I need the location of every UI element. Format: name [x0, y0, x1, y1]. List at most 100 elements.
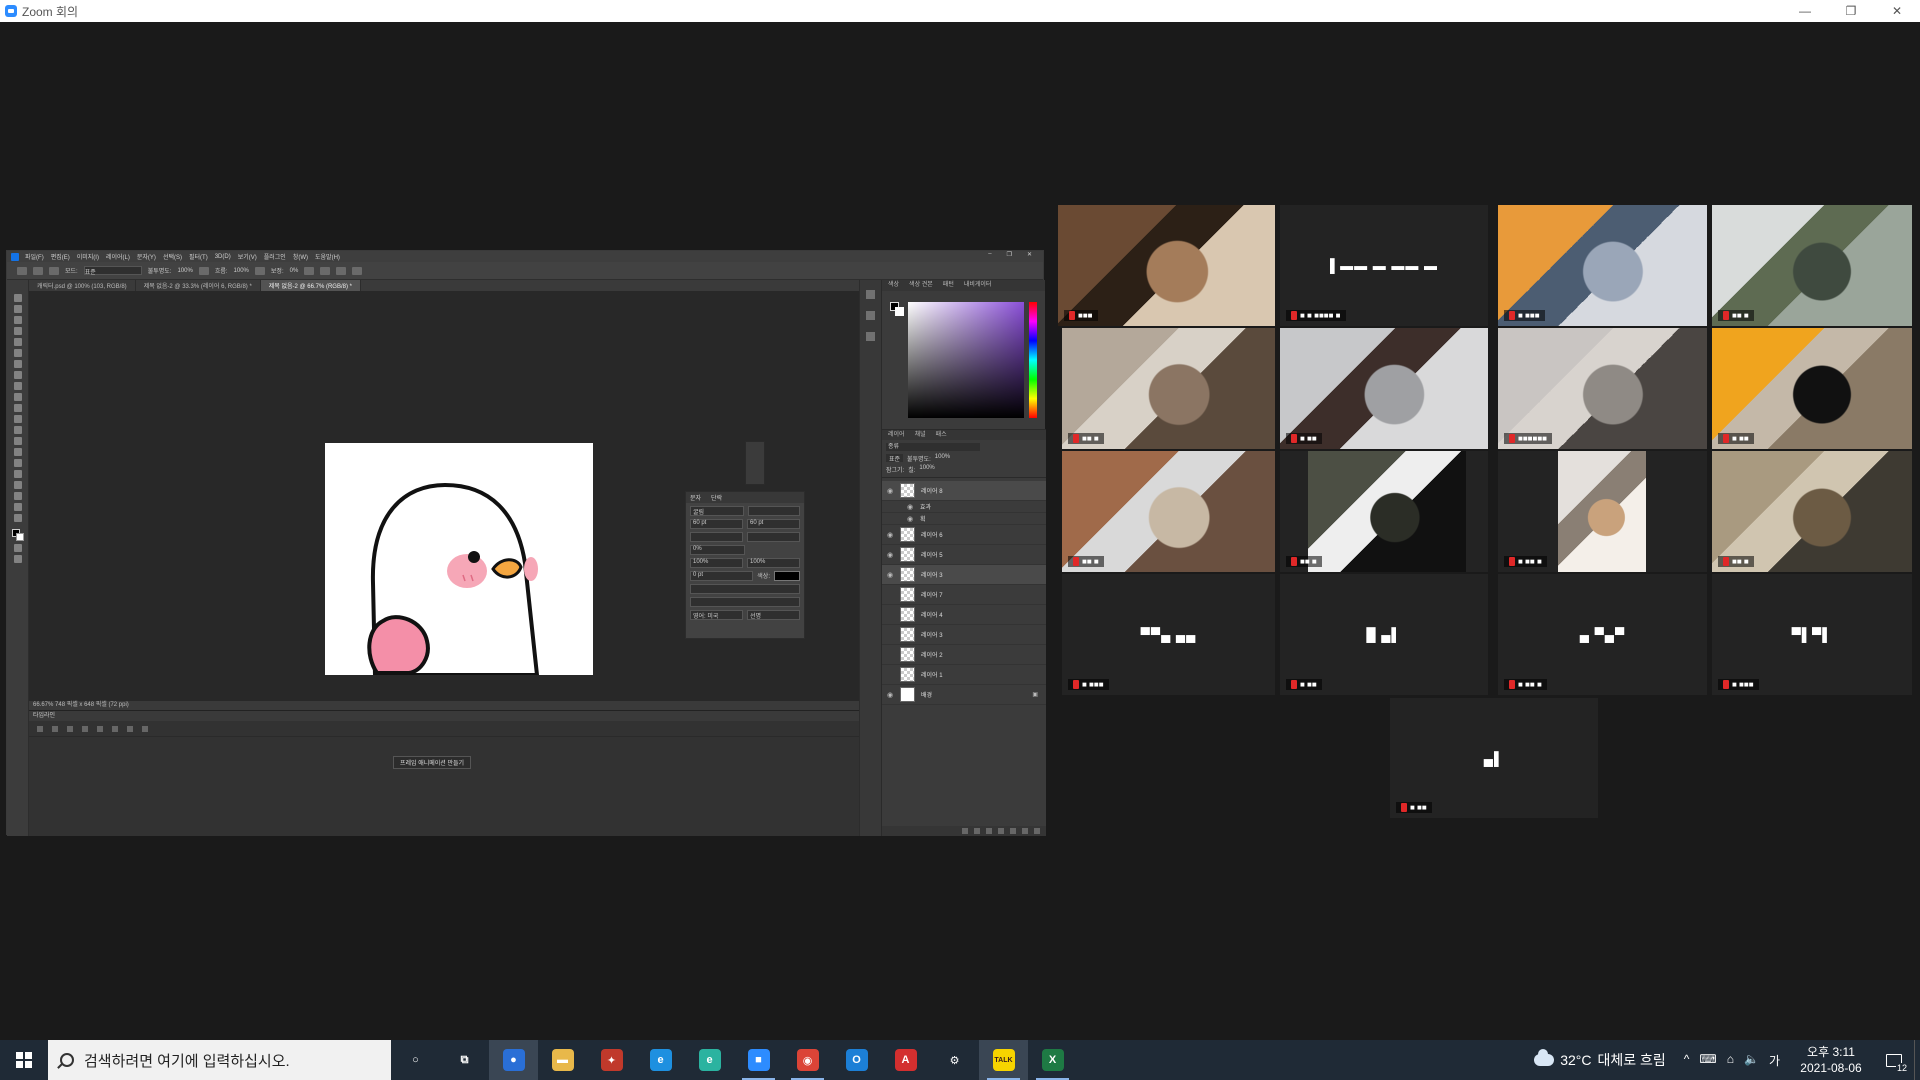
create-frame-animation-button[interactable]: 프레임 애니메이션 만들기: [393, 756, 472, 769]
internet-explorer-taskbar-button[interactable]: e: [636, 1040, 685, 1080]
visibility-eye-icon[interactable]: ◉: [906, 515, 914, 523]
more-tools-icon[interactable]: [13, 514, 22, 522]
font-style-select[interactable]: [748, 506, 800, 516]
menu-plugins[interactable]: 플러그인: [264, 252, 286, 261]
participant-tile[interactable]: ▄ ▀▄▀ ■ ■■ ■: [1498, 574, 1707, 695]
participant-tile[interactable]: ▄▌ ■ ■■: [1390, 698, 1598, 818]
font-family-select[interactable]: 굴림: [690, 506, 744, 516]
vertical-scale-field[interactable]: 100%: [690, 558, 743, 568]
smoothing-value[interactable]: 0%: [290, 268, 299, 274]
audio-icon[interactable]: [97, 725, 103, 732]
blur-tool-icon[interactable]: [13, 426, 22, 434]
document-canvas[interactable]: [325, 443, 593, 675]
kerning-field[interactable]: [690, 532, 743, 542]
eyedropper-tool-icon[interactable]: [13, 349, 22, 357]
clone-stamp-tool-icon[interactable]: [13, 382, 22, 390]
antialias-select[interactable]: 선명: [747, 610, 800, 620]
photoshop-pinned-taskbar-button[interactable]: ✦: [587, 1040, 636, 1080]
brush-tool-icon[interactable]: [13, 371, 22, 379]
menu-filter[interactable]: 필터(T): [189, 252, 208, 261]
pressure-size-icon[interactable]: [336, 266, 347, 275]
cortana-taskbar-button[interactable]: ○: [391, 1040, 440, 1080]
add-mask-icon[interactable]: [986, 828, 992, 834]
layer-row[interactable]: 레이어 2: [882, 645, 1046, 665]
tsume-field[interactable]: 0%: [690, 545, 745, 555]
smoothing-settings-icon[interactable]: [304, 266, 315, 275]
tab-patterns[interactable]: 패턴: [943, 280, 954, 291]
tab-layers[interactable]: 레이어: [888, 430, 905, 440]
tab-swatches[interactable]: 색상 견본: [909, 280, 933, 291]
participant-tile[interactable]: ■■■: [1058, 205, 1275, 326]
new-group-icon[interactable]: [1010, 828, 1016, 834]
ime-language-icon[interactable]: 가: [1769, 1052, 1780, 1069]
participant-tile[interactable]: █ ▄▌ ■ ■■: [1280, 574, 1488, 695]
chrome-app-taskbar-button[interactable]: ●: [489, 1040, 538, 1080]
tab-color[interactable]: 색상: [888, 280, 899, 291]
quick-mask-icon[interactable]: [13, 544, 22, 552]
brush-tool-icon[interactable]: [33, 266, 43, 275]
chrome-taskbar-button[interactable]: ◉: [783, 1040, 832, 1080]
network-icon[interactable]: ⌂: [1727, 1052, 1734, 1069]
visibility-eye-icon[interactable]: ◉: [906, 503, 914, 511]
split-icon[interactable]: [127, 725, 133, 732]
menu-file[interactable]: 파일(F): [25, 252, 44, 261]
layer-row[interactable]: 레이어 4: [882, 605, 1046, 625]
kakaotalk-taskbar-button[interactable]: TALK: [979, 1040, 1028, 1080]
participant-tile[interactable]: ■ ■■: [1280, 328, 1488, 449]
next-frame-icon[interactable]: [82, 725, 88, 732]
path-selection-tool-icon[interactable]: [13, 470, 22, 478]
symmetry-icon[interactable]: [352, 266, 363, 275]
lasso-tool-icon[interactable]: [13, 316, 22, 324]
adjustment-layer-icon[interactable]: [998, 828, 1004, 834]
prev-frame-icon[interactable]: [52, 725, 58, 732]
baseline-shift-field[interactable]: 0 pt: [690, 571, 754, 581]
gradient-tool-icon[interactable]: [13, 415, 22, 423]
weather-widget[interactable]: 32°C 대체로 흐림: [1524, 1049, 1676, 1070]
opacity-value[interactable]: 100%: [177, 268, 192, 274]
visibility-eye-icon[interactable]: ◉: [886, 531, 894, 539]
zoom-app-taskbar-button[interactable]: ■: [734, 1040, 783, 1080]
menu-help[interactable]: 도움말(H): [315, 252, 340, 261]
menu-3d[interactable]: 3D(D): [215, 254, 231, 260]
visibility-eye-icon[interactable]: ◉: [886, 487, 894, 495]
history-panel-icon[interactable]: [866, 290, 875, 299]
history-brush-tool-icon[interactable]: [13, 393, 22, 401]
transition-icon[interactable]: [142, 725, 148, 732]
angle-icon[interactable]: [320, 266, 331, 275]
color-picker-field[interactable]: [908, 302, 1024, 418]
restore-button[interactable]: ❐: [1828, 0, 1874, 22]
menu-type[interactable]: 문자(Y): [137, 252, 156, 261]
participant-tile[interactable]: ■■ ■: [1062, 328, 1275, 449]
acrobat-taskbar-button[interactable]: A: [881, 1040, 930, 1080]
fx-icon[interactable]: [974, 828, 980, 834]
excel-taskbar-button[interactable]: X: [1028, 1040, 1077, 1080]
properties-panel-icon[interactable]: [866, 311, 875, 320]
tab-paths[interactable]: 패스: [936, 430, 947, 440]
tab-document-2[interactable]: 제목 없음-2 @ 33.3% (레이어 6, RGB/8) *: [136, 280, 261, 291]
play-icon[interactable]: [67, 725, 73, 732]
participant-tile[interactable]: ■■ ■: [1062, 451, 1275, 572]
layer-opacity-value[interactable]: 100%: [935, 454, 950, 462]
participant-tile[interactable]: ▀▀▄ ▄▄ ■ ■■■: [1062, 574, 1275, 695]
participant-tile[interactable]: ■■ ■: [1280, 451, 1488, 572]
home-icon[interactable]: [17, 266, 27, 275]
layer-effect-stroke-row[interactable]: ◉ 획: [882, 513, 1046, 525]
participant-tile[interactable]: ▌▬▬ ▬ ▬▬ ▬ ■ ■ ■■■■ ■: [1280, 205, 1488, 326]
magic-wand-tool-icon[interactable]: [13, 327, 22, 335]
type-tool-icon[interactable]: [13, 459, 22, 467]
menu-select[interactable]: 선택(S): [163, 252, 182, 261]
outlook-taskbar-button[interactable]: O: [832, 1040, 881, 1080]
participant-tile[interactable]: ■ ■■ ■: [1498, 451, 1707, 572]
layer-row[interactable]: ◉ 레이어 6: [882, 525, 1046, 545]
blend-mode-select[interactable]: 표준: [886, 454, 904, 463]
settings-app-taskbar-button[interactable]: ⚙: [930, 1040, 979, 1080]
horizontal-scale-field[interactable]: 100%: [747, 558, 800, 568]
menu-view[interactable]: 보기(V): [238, 252, 257, 261]
hue-slider[interactable]: [1029, 302, 1037, 418]
zoom-tool-icon[interactable]: [13, 503, 22, 511]
layer-row[interactable]: ◉ 레이어 5: [882, 545, 1046, 565]
start-button[interactable]: [0, 1040, 48, 1080]
layer-effects-row[interactable]: ◉ 효과: [882, 501, 1046, 513]
eraser-tool-icon[interactable]: [13, 404, 22, 412]
opentype-buttons[interactable]: [690, 597, 800, 607]
